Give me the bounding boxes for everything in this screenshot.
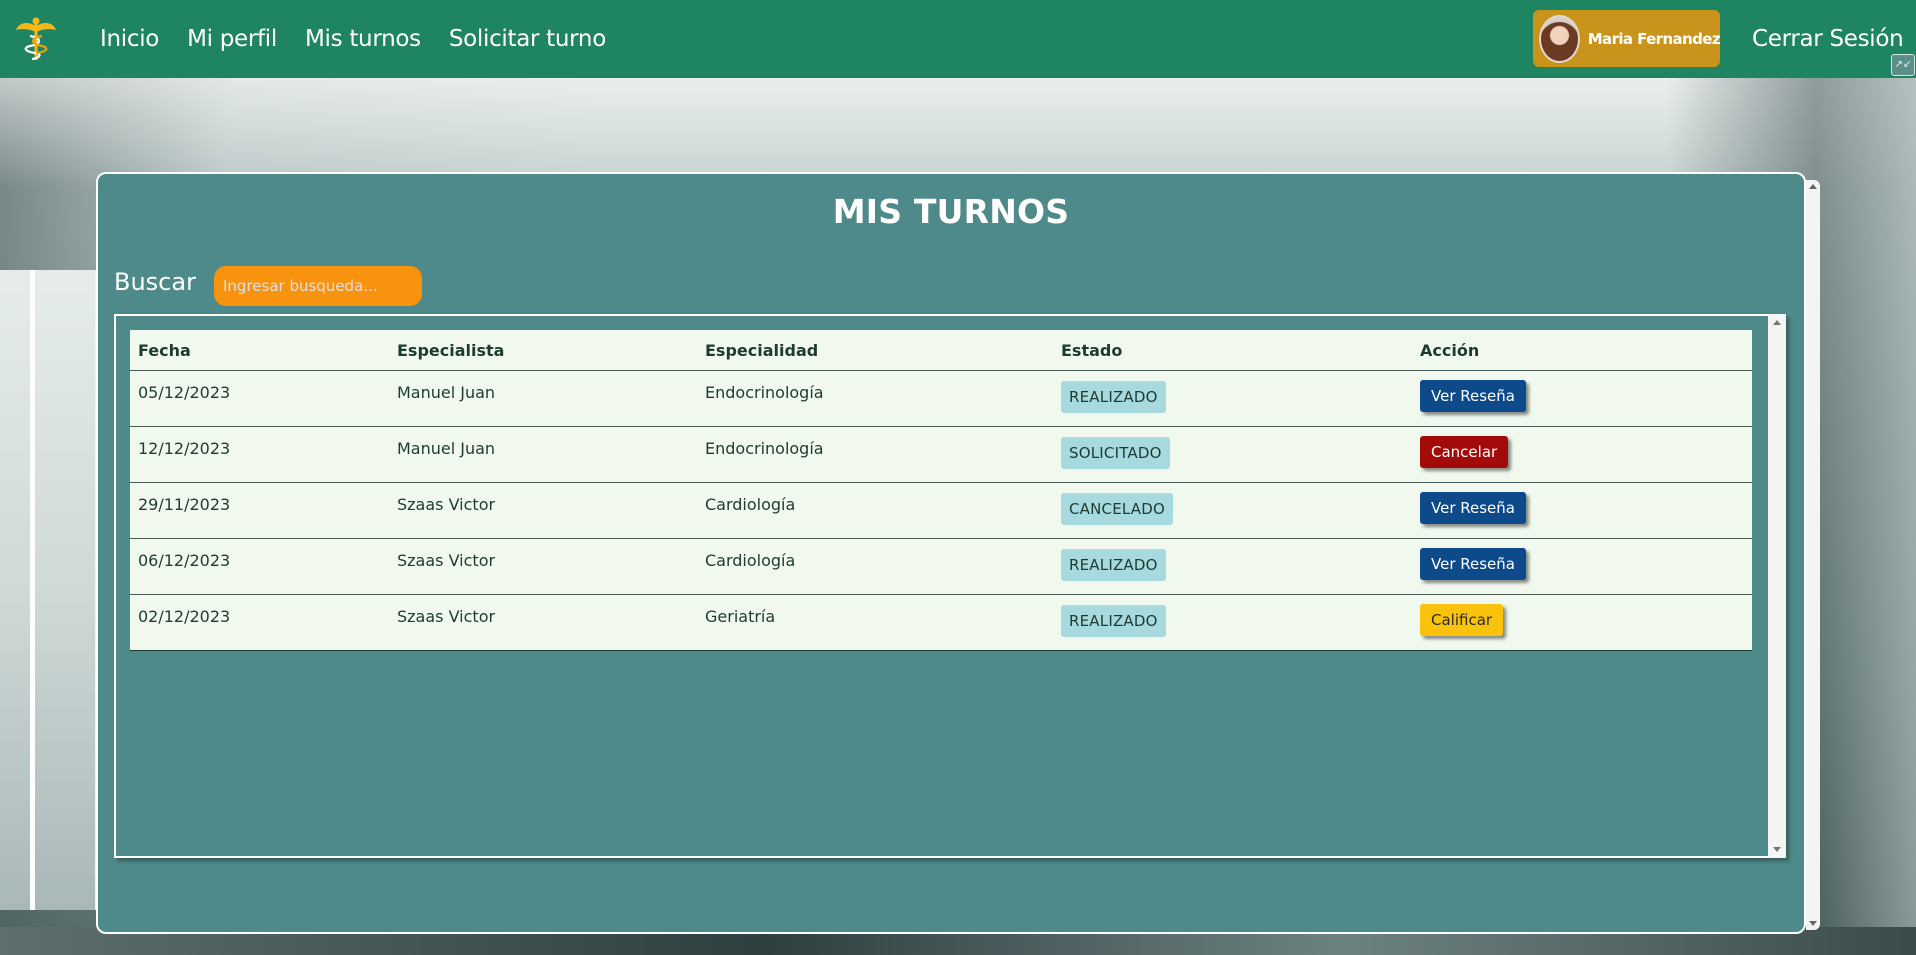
cell-fecha: 06/12/2023 xyxy=(130,538,389,595)
table-row: 29/11/2023 Szaas Victor Cardiología CANC… xyxy=(130,482,1752,539)
cell-especialista: Szaas Victor xyxy=(389,594,697,651)
scroll-down-icon[interactable] xyxy=(1809,921,1817,926)
card-scrollbar[interactable] xyxy=(1806,180,1820,930)
scroll-up-icon[interactable] xyxy=(1809,184,1817,189)
header-accion: Acción xyxy=(1412,330,1752,371)
table-row: 06/12/2023 Szaas Victor Cardiología REAL… xyxy=(130,538,1752,595)
nav-link-mi-perfil[interactable]: Mi perfil xyxy=(187,26,277,52)
table-panel: Fecha Especialista Especialidad Estado A… xyxy=(114,314,1786,858)
scroll-up-icon[interactable] xyxy=(1773,320,1781,325)
calificar-button[interactable]: Calificar xyxy=(1420,604,1504,636)
nav-link-solicitar-turno[interactable]: Solicitar turno xyxy=(449,26,606,52)
header-fecha: Fecha xyxy=(130,330,389,371)
ver-resena-button[interactable]: Ver Reseña xyxy=(1420,380,1526,412)
cell-fecha: 02/12/2023 xyxy=(130,594,389,651)
user-name: Maria Fernandez xyxy=(1587,29,1721,48)
resize-icon[interactable]: ↗↙ xyxy=(1891,54,1915,76)
table-header-row: Fecha Especialista Especialidad Estado A… xyxy=(130,330,1752,371)
cancelar-button[interactable]: Cancelar xyxy=(1420,436,1509,468)
caduceus-icon[interactable] xyxy=(14,16,58,62)
search-input[interactable] xyxy=(214,266,422,306)
cell-especialidad: Endocrinología xyxy=(697,370,1053,427)
search-label: Buscar xyxy=(114,268,196,296)
cell-fecha: 29/11/2023 xyxy=(130,482,389,539)
status-badge: SOLICITADO xyxy=(1061,437,1170,469)
status-badge: REALIZADO xyxy=(1061,549,1166,581)
nav-link-mis-turnos[interactable]: Mis turnos xyxy=(305,26,421,52)
cell-especialista: Szaas Victor xyxy=(389,538,697,595)
cell-fecha: 05/12/2023 xyxy=(130,370,389,427)
header-estado: Estado xyxy=(1053,330,1412,371)
cell-especialista: Manuel Juan xyxy=(389,370,697,427)
turnos-card: MIS TURNOS Buscar Fecha Especialista Esp… xyxy=(96,172,1820,934)
avatar xyxy=(1539,14,1580,63)
cell-especialista: Szaas Victor xyxy=(389,482,697,539)
ver-resena-button[interactable]: Ver Reseña xyxy=(1420,492,1526,524)
status-badge: REALIZADO xyxy=(1061,605,1166,637)
cell-fecha: 12/12/2023 xyxy=(130,426,389,483)
logout-link[interactable]: Cerrar Sesión xyxy=(1752,0,1904,78)
table-row: 05/12/2023 Manuel Juan Endocrinología RE… xyxy=(130,370,1752,427)
top-navbar: Inicio Mi perfil Mis turnos Solicitar tu… xyxy=(0,0,1916,78)
header-especialidad: Especialidad xyxy=(697,330,1053,371)
turnos-table: Fecha Especialista Especialidad Estado A… xyxy=(130,330,1752,651)
table-row: 02/12/2023 Szaas Victor Geriatría REALIZ… xyxy=(130,594,1752,651)
scroll-down-icon[interactable] xyxy=(1773,847,1781,852)
table-scrollbar[interactable] xyxy=(1768,314,1786,858)
cell-especialidad: Cardiología xyxy=(697,482,1053,539)
nav-link-inicio[interactable]: Inicio xyxy=(100,26,159,52)
header-especialista: Especialista xyxy=(389,330,697,371)
cell-especialista: Manuel Juan xyxy=(389,426,697,483)
cell-especialidad: Endocrinología xyxy=(697,426,1053,483)
user-profile-chip[interactable]: Maria Fernandez xyxy=(1533,10,1721,67)
status-badge: REALIZADO xyxy=(1061,381,1166,413)
table-row: 12/12/2023 Manuel Juan Endocrinología SO… xyxy=(130,426,1752,483)
background-window xyxy=(0,270,101,910)
status-badge: CANCELADO xyxy=(1061,493,1174,525)
ver-resena-button[interactable]: Ver Reseña xyxy=(1420,548,1526,580)
page-title: MIS TURNOS xyxy=(832,192,1070,231)
nav-links: Inicio Mi perfil Mis turnos Solicitar tu… xyxy=(100,0,606,78)
cell-especialidad: Geriatría xyxy=(697,594,1053,651)
cell-especialidad: Cardiología xyxy=(697,538,1053,595)
